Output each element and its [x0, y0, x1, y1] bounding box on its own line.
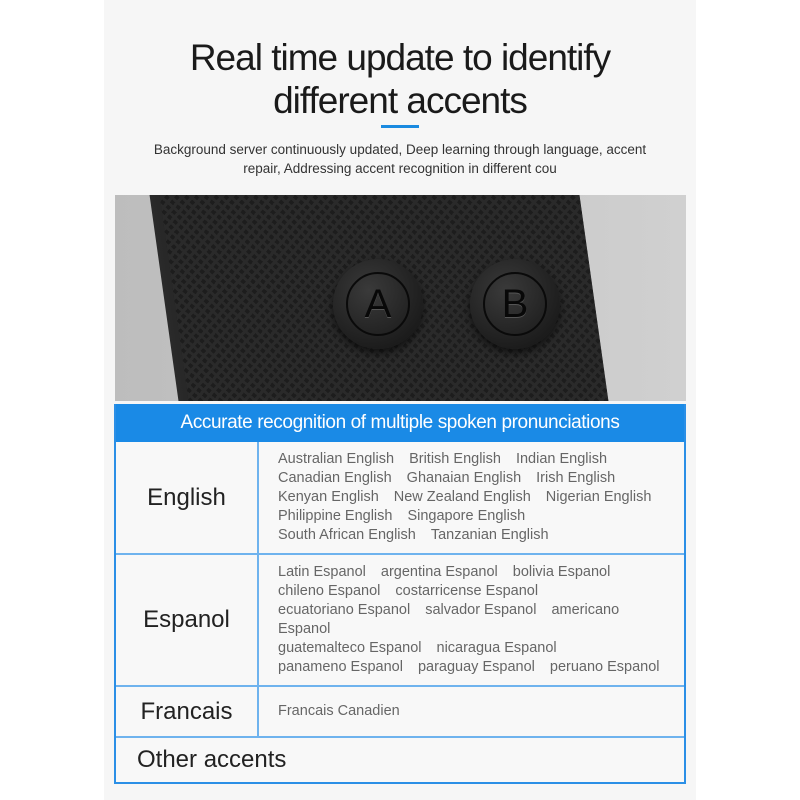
accent-item: Kenyan English — [278, 489, 379, 505]
accent-item: Latin Espanol — [278, 564, 366, 580]
accent-table: Accurate recognition of multiple spoken … — [114, 404, 686, 784]
accent-item: Tanzanian English — [430, 527, 549, 543]
accent-item: panameno Espanol — [278, 659, 403, 675]
other-accents: Other accents — [116, 736, 684, 782]
accent-item: guatemalteco Espanol — [278, 640, 422, 656]
accent-line: panameno Espanol paraguay Espanol peruano … — [278, 658, 684, 677]
accent-item: Canadian English — [278, 470, 392, 486]
subtitle: Background server continuously updated, … — [140, 140, 660, 178]
accent-item: Francais Canadien — [278, 703, 400, 719]
subtitle-line: Background server continuously updated, … — [153, 142, 647, 157]
accent-item: paraguay Espanol — [417, 659, 535, 675]
accent-list: Latin Espanol argentina Espanol bolivia Es… — [259, 555, 684, 685]
button-b-label: B — [483, 272, 547, 336]
accent-item: South African English — [278, 527, 416, 543]
button-a-label: A — [346, 272, 410, 336]
language-label: English — [116, 442, 259, 553]
accent-item: Ghanaian English — [406, 470, 522, 486]
accent-item: New Zealand English — [393, 489, 531, 505]
accent-item: British English — [409, 451, 501, 467]
page-title: Real time update to identify different a… — [0, 36, 800, 122]
accent-item: Irish English — [536, 470, 616, 486]
language-label: Francais — [116, 687, 259, 736]
device-button-b: B — [470, 259, 560, 349]
language-label: Espanol — [116, 555, 259, 685]
subtitle-line: repair, Addressing accent recognition in… — [243, 161, 557, 176]
accent-line: Philippine English Singapore English — [278, 507, 684, 526]
title-line: different accents — [273, 80, 528, 121]
accent-item: costarricense Espanol — [395, 583, 539, 599]
accent-line: Kenyan English New Zealand English Nigeria… — [278, 488, 684, 507]
accent-item: bolivia Espanol — [512, 564, 611, 580]
table-row: Espanol Latin Espanol argentina Espanol bol… — [116, 553, 684, 685]
accent-item: Australian English — [278, 451, 395, 467]
accent-item: Nigerian English — [545, 489, 652, 505]
table-heading: Accurate recognition of multiple spoken … — [116, 404, 684, 442]
accent-line: ecuatoriano Espanol salvador Espanol ameri… — [278, 601, 684, 639]
title-line: Real time update to identify — [189, 37, 611, 78]
accent-item: argentina Espanol — [380, 564, 498, 580]
accent-line: South African English Tanzanian English — [278, 526, 684, 545]
accent-line: Francais Canadien — [278, 702, 684, 721]
accent-line: Canadian English Ghanaian English Irish En… — [278, 469, 684, 488]
product-photo: A B — [115, 195, 686, 401]
accent-list: Australian English British English Indian … — [259, 442, 684, 553]
table-row: English Australian English British English… — [116, 442, 684, 553]
accent-line: Australian English British English Indian … — [278, 450, 684, 469]
accent-item: salvador Espanol — [425, 602, 537, 618]
device-button-a: A — [333, 259, 423, 349]
accent-line: chileno Espanol costarricense Espanol — [278, 582, 684, 601]
title-divider — [381, 125, 419, 128]
table-row: Francais Francais Canadien — [116, 685, 684, 736]
accent-item: Indian English — [515, 451, 608, 467]
accent-item: nicaragua Espanol — [436, 640, 557, 656]
accent-item: peruano Espanol — [549, 659, 660, 675]
accent-line: guatemalteco Espanol nicaragua Espanol — [278, 639, 684, 658]
accent-list: Francais Canadien — [259, 687, 684, 736]
accent-item: chileno Espanol — [278, 583, 381, 599]
accent-item: Singapore English — [407, 508, 526, 524]
accent-line: Latin Espanol argentina Espanol bolivia Es… — [278, 563, 684, 582]
accent-item: Philippine English — [278, 508, 393, 524]
accent-item: ecuatoriano Espanol — [278, 602, 411, 618]
